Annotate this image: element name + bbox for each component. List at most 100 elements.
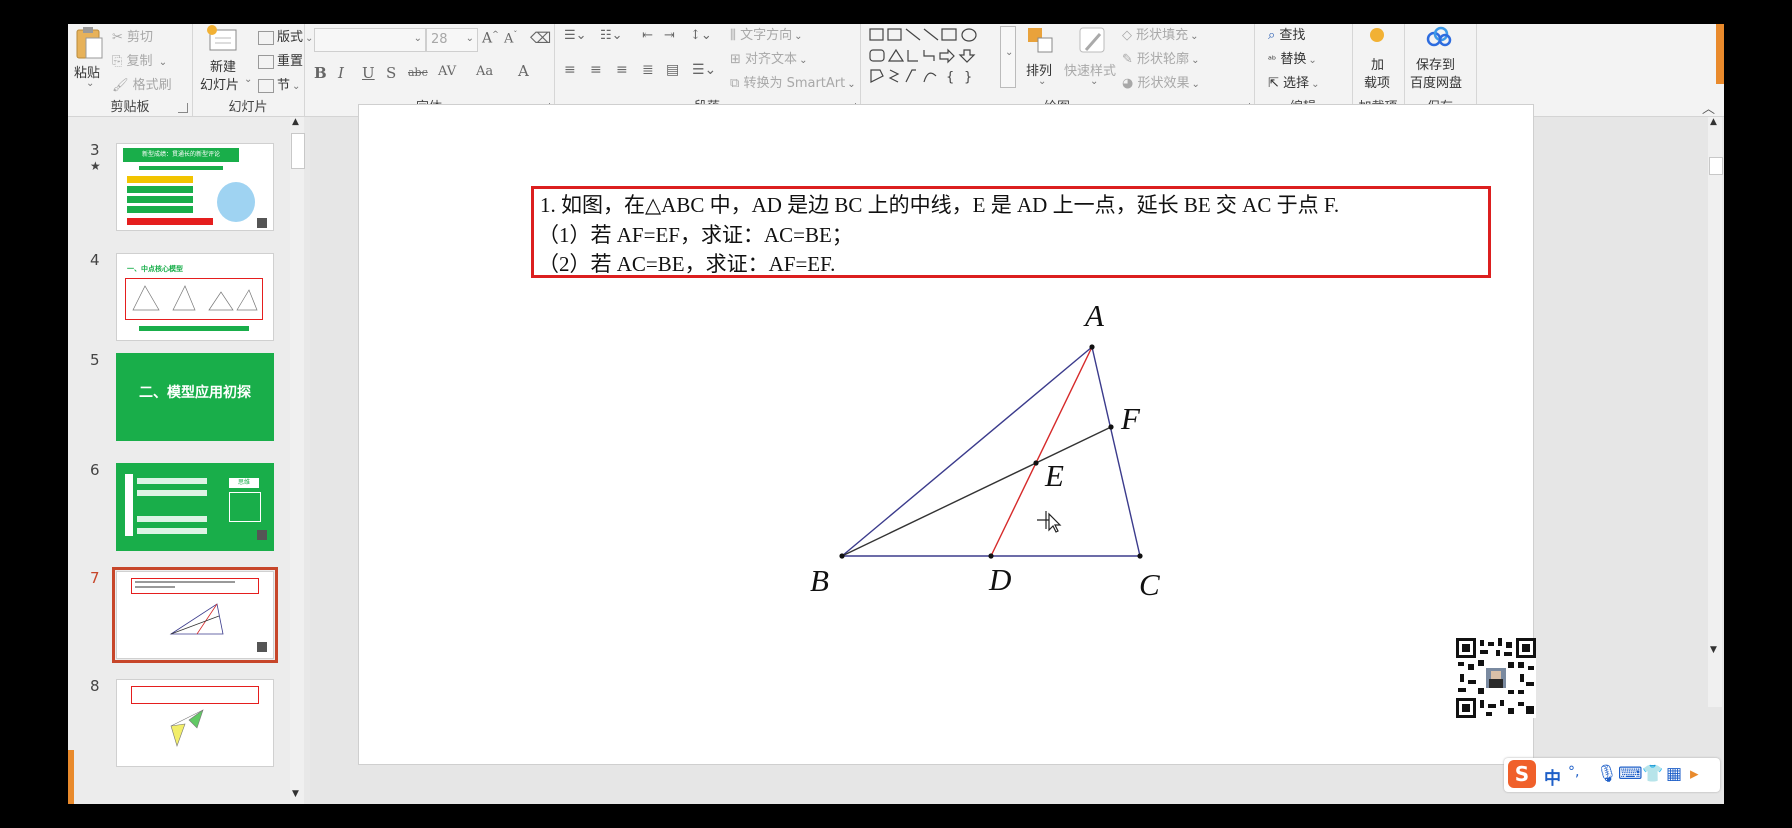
paste-caret-icon[interactable]: ⌄ [86, 78, 94, 89]
slide-preview: 二、模型应用初探 [116, 353, 274, 441]
line-spacing-icon[interactable]: ↕⌄ [690, 28, 712, 43]
clipboard-group: 粘贴 ⌄ ✂ 剪切 ⎘ 复制 ⌄ 🖌 格式刷 剪贴板 [68, 24, 193, 116]
format-painter-label: 格式刷 [132, 78, 172, 93]
paste-button[interactable]: 粘贴 ⌄ [72, 26, 106, 92]
font-name-select[interactable]: ⌄ [314, 28, 426, 52]
question-textbox[interactable]: 1. 如图，在△ABC 中，AD 是边 BC 上的中线，E 是 AD 上一点，延… [531, 186, 1491, 278]
change-case-button[interactable]: Aa [476, 64, 493, 79]
reset-button[interactable]: 重置 [258, 50, 303, 69]
align-text-icon: ⊞ [730, 52, 741, 67]
scroll-down-icon[interactable]: ▼ [292, 789, 299, 799]
head-illustration-icon [217, 182, 255, 222]
section-button[interactable]: 节 ⌄ [258, 74, 300, 93]
window-edge-accent-right [1716, 24, 1724, 84]
align-left-icon[interactable]: ≡ [564, 62, 576, 78]
underline-button[interactable]: U [362, 64, 375, 82]
shapes-gallery[interactable]: {} [868, 26, 1000, 88]
shapes-gallery-icon: {} [869, 28, 977, 85]
slide-preview: 一、中点核心模型 [116, 253, 274, 341]
slide-thumbnail-6[interactable]: 6 思维 [68, 447, 290, 557]
editor-scroll-up-icon[interactable]: ▲ [1710, 117, 1717, 127]
editor-scrollbar-thumb[interactable] [1709, 157, 1723, 175]
slide-thumbnail-7[interactable]: 7 [68, 557, 290, 667]
columns-icon[interactable]: ☰⌄ [692, 62, 716, 78]
clear-format-icon[interactable]: ⌫ [530, 29, 551, 47]
distribute-icon[interactable]: ▤ [666, 62, 679, 78]
save-label-1: 保存到 [1416, 58, 1456, 73]
slides-group-label: 幻灯片 [228, 100, 268, 115]
increase-indent-icon[interactable]: ⇥ [664, 28, 675, 43]
justify-icon[interactable]: ≣ [642, 62, 654, 78]
clipboard-launcher-icon[interactable] [178, 103, 188, 113]
question-line-1: 1. 如图，在△ABC 中，AD 是边 BC 上的中线，E 是 AD 上一点，延… [540, 193, 1340, 217]
thumbnail-scrollbar[interactable]: ▲ ▼ [290, 117, 305, 804]
keyboard-icon[interactable]: ⌨ [1618, 764, 1643, 784]
shrink-font-icon[interactable]: Aˇ [504, 30, 517, 46]
font-color-button[interactable]: A [518, 62, 529, 80]
shapes-more-button[interactable]: ⌄ [1000, 26, 1016, 88]
sogou-logo-icon[interactable]: S [1508, 760, 1536, 788]
slide-number: 4 [90, 251, 100, 269]
replace-button[interactable]: ᵃᵇ 替换 ⌄ [1268, 48, 1317, 67]
scrollbar-thumb[interactable] [291, 133, 305, 169]
ime-punctuation-toggle[interactable]: °, [1568, 764, 1579, 780]
microphone-icon[interactable]: 🎙 [1596, 764, 1618, 784]
slide-thumbnail-8[interactable]: 8 [68, 667, 290, 777]
align-text-button[interactable]: ⊞ 对齐文本 ⌄ [730, 48, 807, 67]
select-button[interactable]: ⇱ 选择 ⌄ [1268, 72, 1319, 91]
align-text-label: 对齐文本 [745, 52, 798, 67]
save-baidu-button[interactable]: 保存到 百度网盘 [1408, 26, 1472, 94]
decrease-indent-icon[interactable]: ⇤ [642, 28, 653, 43]
ime-language-toggle[interactable]: 中 [1544, 764, 1561, 789]
slide-number: 3 [90, 141, 100, 159]
strikethrough-button[interactable]: abc [408, 66, 428, 79]
slide-thumbnail-4[interactable]: 4 一、中点核心模型 [68, 227, 290, 341]
slide-number: 6 [90, 461, 100, 479]
new-slide-button[interactable]: 新建 幻灯片 ⌄ [198, 24, 252, 94]
layout-label: 版式 [277, 30, 304, 45]
find-button[interactable]: ⌕ 查找 [1268, 24, 1305, 43]
slide-thumbnail-5[interactable]: 5 二、模型应用初探 [68, 337, 290, 447]
scroll-up-icon[interactable]: ▲ [292, 117, 299, 127]
align-right-icon[interactable]: ≡ [616, 62, 628, 78]
skin-icon[interactable]: 👕 [1642, 764, 1663, 784]
editor-scrollbar[interactable]: ▲ ▼ [1708, 117, 1723, 707]
font-size-select[interactable]: 28 ⌄ [426, 28, 478, 52]
italic-button[interactable]: I [338, 64, 344, 82]
ime-toolbar[interactable]: S 中 °, 🎙 ⌨ 👕 ▦ ▸ [1504, 758, 1720, 792]
cut-button[interactable]: ✂ 剪切 [112, 26, 153, 45]
ime-more-icon[interactable]: ▸ [1690, 764, 1699, 784]
collapse-ribbon-icon[interactable]: ︿ [1702, 98, 1715, 117]
slide-preview [116, 679, 274, 767]
char-spacing-button[interactable]: AV [438, 64, 456, 79]
shape-fill-label: 形状填充 [1136, 28, 1189, 43]
shape-outline-button[interactable]: ✎ 形状轮廓 ⌄ [1122, 48, 1199, 67]
slide-thumbnail-3[interactable]: 3 ★ 新型成绩：贯通长的新型评论 [68, 117, 290, 231]
bullets-icon[interactable]: ☰⌄ [564, 28, 587, 43]
addins-label-1: 加 [1371, 58, 1385, 73]
slide-preview-title: 一、中点核心模型 [127, 265, 183, 273]
text-direction-button[interactable]: ⫼ 文字方向 ⌄ [730, 24, 803, 43]
smartart-button[interactable]: ⧉ 转换为 SmartArt ⌄ [730, 72, 856, 91]
layout-icon [258, 30, 274, 45]
save-group: 保存到 百度网盘 保存 [1404, 24, 1477, 116]
replace-label: 替换 [1280, 52, 1307, 67]
grow-font-icon[interactable]: A^ [482, 30, 499, 47]
text-direction-icon: ⫼ [730, 28, 736, 43]
shape-fill-button[interactable]: ◇ 形状填充 ⌄ [1122, 24, 1199, 43]
fill-icon: ◇ [1122, 28, 1132, 43]
quick-styles-button[interactable]: 快速样式 ⌄ [1064, 24, 1120, 94]
toolbox-icon[interactable]: ▦ [1666, 764, 1682, 784]
format-painter-button[interactable]: 🖌 格式刷 [112, 74, 172, 93]
align-center-icon[interactable]: ≡ [590, 62, 602, 78]
copy-button[interactable]: ⎘ 复制 ⌄ [112, 50, 167, 69]
smartart-label: 转换为 SmartArt [743, 76, 846, 91]
addins-button[interactable]: 加 载项 [1358, 26, 1398, 94]
bold-button[interactable]: B [314, 64, 327, 82]
question-line-3: （2）若 AC=BE，求证：AF=EF. [538, 252, 836, 276]
editor-scroll-down-icon[interactable]: ▼ [1710, 645, 1717, 655]
numbering-icon[interactable]: ☷⌄ [600, 28, 623, 43]
shadow-button[interactable]: S [386, 64, 396, 82]
shape-effects-button[interactable]: ◕ 形状效果 ⌄ [1122, 72, 1200, 91]
arrange-button[interactable]: 排列 ⌄ [1022, 24, 1062, 94]
